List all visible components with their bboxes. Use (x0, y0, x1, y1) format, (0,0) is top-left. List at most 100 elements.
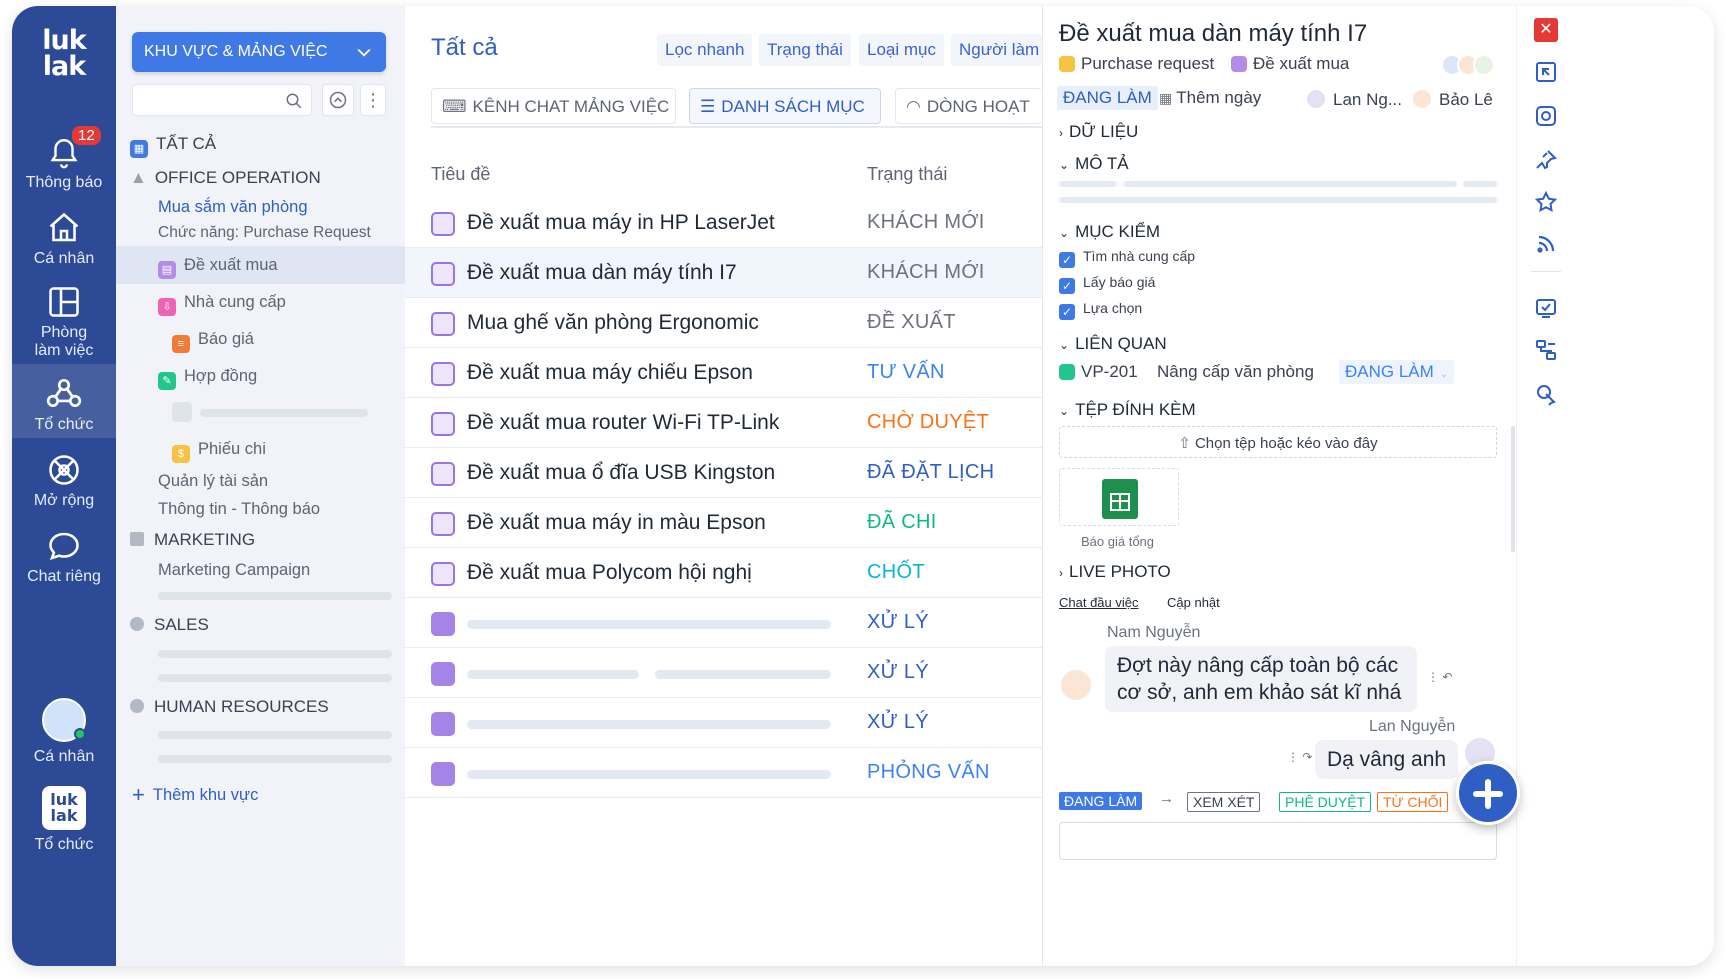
section-live-photo[interactable]: › LIVE PHOTO (1059, 562, 1171, 582)
close-icon[interactable]: ✕ (1534, 18, 1558, 42)
pin-icon[interactable] (1534, 148, 1558, 172)
table-row[interactable]: XỬ LÝ (405, 648, 1042, 698)
assignee-1[interactable]: Lan Ng... (1305, 88, 1402, 110)
workflow-reject[interactable]: TỪ CHỐI (1377, 792, 1449, 812)
tab-task-chat[interactable]: Chat đầu việc (1059, 595, 1139, 610)
row-status[interactable]: PHỎNG VẤN (867, 761, 990, 784)
tree-office-group[interactable]: ▲ OFFICE OPERATION (130, 168, 321, 188)
related-status-badge[interactable]: ĐANG LÀM ⌄ (1339, 360, 1455, 384)
rail-user[interactable]: Cá nhân (12, 698, 116, 766)
section-attachments[interactable]: ⌄ TỆP ĐÍNH KÈM (1059, 400, 1196, 420)
rail-private-chat[interactable]: Chat riêng (12, 528, 116, 586)
related-title[interactable]: Nâng cấp văn phòng (1157, 362, 1314, 382)
watchers-avatars[interactable] (1441, 54, 1501, 76)
rail-extend[interactable]: Mở rộng (12, 452, 116, 510)
table-row[interactable]: Đề xuất mua máy in HP LaserJet KHÁCH MỚI (405, 198, 1042, 248)
tree-item-nha-cung-cap[interactable]: ⇩ Nhà cung cấp (158, 293, 286, 316)
checkbox-checked-icon[interactable]: ✓ (1059, 304, 1075, 320)
tree-info[interactable]: Thông tin - Thông báo (158, 500, 320, 519)
add-date-button[interactable]: ▦ Thêm ngày (1159, 88, 1261, 108)
row-status[interactable]: ĐÃ CHI (867, 511, 937, 534)
sidebar-filter-button[interactable] (322, 84, 354, 116)
row-status[interactable]: XỬ LÝ (867, 611, 929, 634)
upload-dropzone[interactable]: ⇧ Chọn tệp hoặc kéo vào đây (1059, 426, 1497, 458)
row-status[interactable]: CHỜ DUYỆT (867, 411, 989, 434)
task-check-icon[interactable] (1534, 296, 1558, 320)
workflow-approve[interactable]: PHÊ DUYỆT (1279, 792, 1372, 812)
row-status[interactable]: CHỐT (867, 561, 925, 584)
tree-item-bao-gia[interactable]: ≡ Báo giá (172, 330, 254, 353)
filter-quick[interactable]: Lọc nhanh (657, 34, 753, 66)
checklist-item[interactable]: ✓ Tìm nhà cung cấp (1059, 248, 1195, 268)
tab-list[interactable]: ☰ DANH SÁCH MỤC (689, 88, 881, 124)
table-row[interactable]: Đề xuất mua Polycom hội nghị CHỐT (405, 548, 1042, 598)
detail-status-badge[interactable]: ĐANG LÀM (1057, 86, 1158, 110)
row-status[interactable]: XỬ LÝ (867, 661, 929, 684)
section-data[interactable]: › DỮ LIỆU (1059, 122, 1138, 142)
tab-activity[interactable]: ◠ DÒNG HOẠT (895, 88, 1042, 124)
detail-type-proposal[interactable]: Đề xuất mua (1231, 54, 1349, 74)
tab-updates[interactable]: Cập nhật (1167, 595, 1220, 610)
tree-sales-group[interactable]: SALES (130, 615, 209, 635)
row-status[interactable]: TƯ VẤN (867, 361, 945, 384)
add-fab-button[interactable] (1456, 761, 1520, 825)
workspace-select[interactable]: KHU VỰC & MẢNG VIỆC (132, 32, 386, 72)
related-item[interactable]: VP-201 (1059, 362, 1138, 382)
section-related[interactable]: ⌄ LIÊN QUAN (1059, 334, 1167, 354)
tree-office-item[interactable]: Mua sắm văn phòng (158, 198, 308, 217)
table-row[interactable]: PHỎNG VẤN (405, 748, 1042, 798)
checkbox-checked-icon[interactable]: ✓ (1059, 252, 1075, 268)
rail-notifications[interactable]: 12 Thông báo (12, 124, 116, 192)
filter-type[interactable]: Loại mục (859, 34, 944, 66)
rss-icon[interactable] (1534, 232, 1558, 256)
workflow-current[interactable]: ĐANG LÀM (1059, 792, 1143, 810)
table-row[interactable]: Đề xuất mua router Wi-Fi TP-Link CHỜ DUYỆ… (405, 398, 1042, 448)
tree-marketing-group[interactable]: MARKETING (130, 530, 255, 550)
row-status[interactable]: ĐỀ XUẤT (867, 311, 956, 334)
workflow-review[interactable]: XEM XÉT (1187, 792, 1261, 812)
row-status[interactable]: KHÁCH MỚI (867, 261, 985, 284)
add-area-button[interactable]: + Thêm khu vực (132, 782, 258, 808)
tree-all[interactable]: ▦ TẤT CẢ (130, 134, 216, 158)
tree-marketing-item[interactable]: Marketing Campaign (158, 561, 310, 580)
tree-item-phieu-chi[interactable]: $ Phiếu chi (172, 440, 266, 463)
tree-item-hop-dong[interactable]: ✎ Hợp đồng (158, 367, 257, 390)
rail-personal[interactable]: Cá nhân (12, 210, 116, 268)
table-row[interactable]: Đề xuất mua dàn máy tính I7 KHÁCH MỚI (405, 248, 1042, 298)
message-input[interactable] (1059, 822, 1497, 860)
table-row[interactable]: XỬ LÝ (405, 598, 1042, 648)
tree-hr-group[interactable]: HUMAN RESOURCES (130, 697, 329, 717)
detail-type-purchase[interactable]: Purchase request (1059, 54, 1214, 74)
rail-org-switch[interactable]: luk lak Tổ chức (12, 786, 116, 854)
rail-workroom[interactable]: Phòng làm việc (12, 284, 116, 360)
section-checklist[interactable]: ⌄ MỤC KIỂM (1059, 222, 1160, 242)
tree-asset[interactable]: Quản lý tài sản (158, 472, 268, 491)
attachment-file[interactable] (1059, 468, 1179, 526)
table-row[interactable]: Đề xuất mua máy chiếu Epson TƯ VẤN (405, 348, 1042, 398)
table-row[interactable]: XỬ LÝ (405, 698, 1042, 748)
table-row[interactable]: Đề xuất mua ổ đĩa USB Kingston ĐÃ ĐẶT LỊC… (405, 448, 1042, 498)
message-actions-icon[interactable]: ⋮ ↷ (1287, 750, 1312, 764)
tab-chat[interactable]: ⌨ KÊNH CHAT MẢNG VIỆC (431, 88, 676, 124)
row-status[interactable]: KHÁCH MỚI (867, 211, 985, 234)
sidebar-search-input[interactable] (132, 84, 312, 116)
pointer-icon[interactable] (1534, 382, 1558, 406)
message-actions-icon[interactable]: ⋮ ↶ (1427, 670, 1452, 684)
star-icon[interactable] (1534, 190, 1558, 214)
tree-item-de-xuat-mua[interactable]: ▤ Đề xuất mua (116, 246, 405, 284)
table-row[interactable]: Đề xuất mua máy in màu Epson ĐÃ CHI (405, 498, 1042, 548)
filter-assignee[interactable]: Người làm (951, 34, 1042, 66)
table-row[interactable]: Mua ghế văn phòng Ergonomic ĐỀ XUẤT (405, 298, 1042, 348)
checkbox-checked-icon[interactable]: ✓ (1059, 278, 1075, 294)
assignee-2[interactable]: Bảo Lê (1411, 88, 1493, 110)
minimize-icon[interactable] (1534, 60, 1558, 84)
rail-organization[interactable]: Tổ chức (12, 364, 116, 438)
row-status[interactable]: ĐÃ ĐẶT LỊCH (867, 461, 994, 484)
app-logo[interactable]: luk lak (12, 27, 116, 80)
section-description[interactable]: ⌄ MÔ TẢ (1059, 154, 1129, 174)
workflow-icon[interactable] (1534, 338, 1558, 362)
scrollbar-thumb[interactable] (1511, 426, 1515, 552)
checklist-item[interactable]: ✓ Lấy báo giá (1059, 274, 1155, 294)
row-status[interactable]: XỬ LÝ (867, 711, 929, 734)
info-icon[interactable] (1534, 104, 1558, 128)
